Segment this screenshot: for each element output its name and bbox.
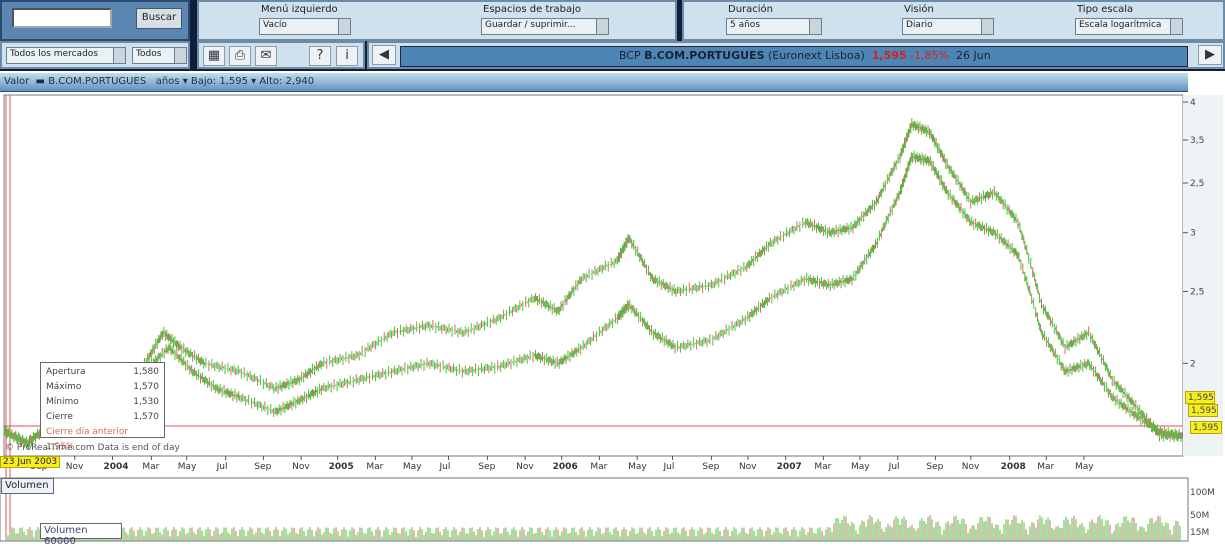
ticker-date: 26 Jun xyxy=(955,49,991,62)
x-tick-label-13: Nov xyxy=(516,462,534,472)
y-tick-label-3: 2,5 xyxy=(1190,179,1204,189)
x-tick-label-26: 2008 xyxy=(1001,462,1026,472)
search-button[interactable]: Buscar xyxy=(136,8,182,29)
espacios-label: Espacios de trabajo xyxy=(483,4,581,15)
x-tick-label-3: Mar xyxy=(142,462,159,472)
chart-header: Valor ▬ B.COM.PORTUGUES años ▾ Bajo: 1,5… xyxy=(0,73,1188,92)
x-tick-label-20: 2007 xyxy=(777,462,802,472)
volume-tick-label-1: 50M xyxy=(1190,511,1209,521)
ticker-price: 1,595 xyxy=(871,49,907,62)
valor-label: Valor xyxy=(4,76,30,87)
search-panel: Buscar xyxy=(0,0,190,41)
market-panel: Todos los mercados Todos xyxy=(0,41,190,69)
next-arrow-icon[interactable]: ▶ xyxy=(1198,45,1222,65)
y-tick-label-0: 2 xyxy=(1190,359,1196,369)
volume-tick-label-0: 100M xyxy=(1190,488,1215,498)
duracion-label: Duración xyxy=(728,4,774,15)
info-row-cierre: Cierre 1,570 xyxy=(46,412,159,422)
x-tick-label-17: Jul xyxy=(662,462,674,472)
x-tick-label-8: 2005 xyxy=(329,462,354,472)
range-text: años ▾ Bajo: 1,595 ▾ Alto: 2,940 xyxy=(155,76,315,87)
print-icon[interactable]: ▦ xyxy=(203,46,225,66)
vision-label: Visión xyxy=(904,4,934,15)
price-tag-2: 1,595 xyxy=(1188,404,1218,417)
vision-select[interactable]: Diario xyxy=(902,18,994,35)
x-tick-label-18: Sep xyxy=(702,462,719,472)
price-tag-3: 1,595 xyxy=(1190,421,1222,434)
escala-select[interactable]: Escala logarítmica xyxy=(1075,18,1183,35)
menu-izquierdo-select[interactable]: Vacío xyxy=(259,18,351,35)
x-tick-label-16: May xyxy=(628,462,647,472)
x-tick-label-21: Mar xyxy=(814,462,831,472)
x-tick-label-6: Sep xyxy=(254,462,271,472)
info-row-minimo: Mínimo 1,530 xyxy=(46,397,159,407)
x-tick-label-10: May xyxy=(403,462,422,472)
market-select[interactable]: Todos los mercados xyxy=(6,47,126,64)
view-panel: Duración 5 años Visión Diario Tipo escal… xyxy=(682,0,1225,41)
mail-icon[interactable]: ✉ xyxy=(255,46,277,66)
menu-izquierdo-label: Menú izquierdo xyxy=(261,4,338,15)
series-name: B.COM.PORTUGUES xyxy=(48,76,147,87)
ticker-exchange: (Euronext Lisboa) xyxy=(768,49,865,62)
x-tick-label-23: Jul xyxy=(888,462,900,472)
ticker-symbol: BCP xyxy=(619,49,641,62)
volume-tab[interactable]: Volumen xyxy=(1,478,54,494)
espacios-select[interactable]: Guardar / suprimir... xyxy=(481,18,609,35)
price-tag-1: 1,595 xyxy=(1185,391,1215,404)
icon-panel: ▦ ⎙ ✉ ? i xyxy=(197,41,365,69)
date-tag: 23 Jun 2003 xyxy=(0,456,61,468)
ohlc-info-box: Apertura 1,580 Máximo 1,570 Mínimo 1,530 Ci… xyxy=(40,362,165,452)
ticker-name: B.COM.PORTUGUES xyxy=(644,49,765,62)
x-tick-label-5: Jul xyxy=(216,462,228,472)
type-select[interactable]: Todos xyxy=(132,47,187,64)
ticker-change: -1,85% xyxy=(910,49,949,62)
x-tick-label-4: May xyxy=(178,462,197,472)
chart-header-text: Valor ▬ B.COM.PORTUGUES años ▾ Bajo: 1,5… xyxy=(4,76,315,87)
info-row-maximo: Máximo 1,570 xyxy=(46,382,159,392)
x-tick-label-19: Nov xyxy=(739,462,757,472)
x-tick-label-9: Mar xyxy=(366,462,383,472)
volume-legend: Volumen 60000 xyxy=(40,523,122,547)
x-tick-label-22: May xyxy=(851,462,870,472)
y-tick-label-1: 2,5 xyxy=(1190,287,1204,297)
info-prev-close: Cierre día anterior 1,95% xyxy=(46,427,129,452)
info-row-apertura: Apertura 1,580 xyxy=(46,367,159,377)
x-tick-label-25: Nov xyxy=(962,462,980,472)
info-icon[interactable]: i xyxy=(336,46,358,66)
search-input[interactable] xyxy=(12,8,112,28)
source-text: © ProRealTime.com Data is end of day xyxy=(5,443,180,453)
x-tick-label-15: Mar xyxy=(590,462,607,472)
help-icon[interactable]: ? xyxy=(309,46,331,66)
duracion-select[interactable]: 5 años xyxy=(726,18,822,35)
prev-arrow-icon[interactable]: ◀ xyxy=(372,45,396,65)
ticker-bar: BCP B.COM.PORTUGUES (Euronext Lisboa) 1,… xyxy=(400,46,1188,67)
toolbar: Buscar Todos los mercados Todos Menú izq… xyxy=(0,0,1225,71)
x-tick-label-27: Mar xyxy=(1037,462,1054,472)
y-tick-label-4: 3,5 xyxy=(1190,136,1204,146)
x-tick-label-14: 2006 xyxy=(553,462,578,472)
x-tick-label-12: Sep xyxy=(478,462,495,472)
volume-tick-label-2: 15M xyxy=(1190,528,1209,538)
escala-label: Tipo escala xyxy=(1077,4,1134,15)
plot-frame xyxy=(3,94,1184,457)
x-tick-label-2: 2004 xyxy=(103,462,128,472)
ticker-line: BCP B.COM.PORTUGUES (Euronext Lisboa) 1,… xyxy=(619,49,991,62)
x-tick-label-1: Nov xyxy=(66,462,84,472)
price-chart[interactable]: 2 2,5 3 2,5 3,5 4 Sep Nov 2004 Mar May Jul Sep Nov 200… xyxy=(0,71,1225,543)
y-tick-label-5: 4 xyxy=(1190,98,1196,108)
x-tick-label-11: Jul xyxy=(438,462,450,472)
x-tick-label-24: Sep xyxy=(926,462,943,472)
x-tick-label-28: May xyxy=(1075,462,1094,472)
y-tick-label-2: 3 xyxy=(1190,229,1196,239)
printer-icon[interactable]: ⎙ xyxy=(229,46,251,66)
workspace-panel: Menú izquierdo Vacío Espacios de trabajo… xyxy=(197,0,677,41)
x-tick-label-7: Nov xyxy=(292,462,310,472)
